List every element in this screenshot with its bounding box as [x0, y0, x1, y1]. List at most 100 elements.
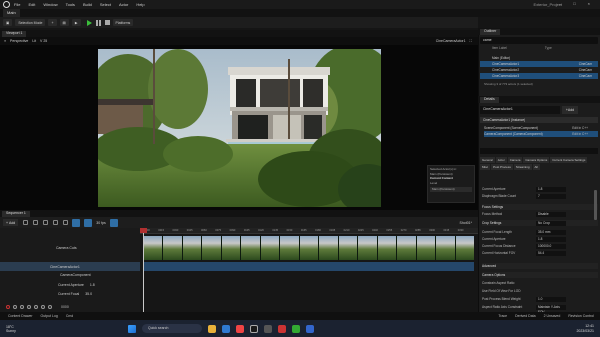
property-row[interactable]: Use Field Of View For LOD: [482, 288, 598, 294]
output-log-button[interactable]: Output Log: [41, 314, 58, 318]
trace-button[interactable]: Trace: [498, 314, 507, 318]
weather-widget[interactable]: 18°C Sunny: [6, 325, 16, 333]
app-icon[interactable]: [278, 324, 286, 333]
filter-tab[interactable]: Post Process: [491, 164, 513, 170]
fps-dropdown[interactable]: 30 fps: [96, 221, 106, 225]
windows-start-icon[interactable]: [128, 324, 136, 333]
property-row[interactable]: Current Focus Distance 100000.0: [482, 243, 598, 249]
property-row[interactable]: Current Aperture 1.8: [482, 186, 598, 192]
details-scrollbar[interactable]: [594, 190, 597, 220]
edge-icon[interactable]: [222, 324, 230, 333]
property-section[interactable]: Camera Options: [482, 272, 598, 278]
filter-tab[interactable]: Camera: [507, 157, 523, 163]
app-icon[interactable]: [306, 324, 314, 333]
camera-actor-dropdown[interactable]: CineCameraActor1: [436, 39, 466, 43]
search-icon[interactable]: [23, 220, 29, 225]
menu-actor[interactable]: Actor: [119, 2, 128, 7]
tab-details[interactable]: Details: [480, 97, 499, 103]
minimize-icon[interactable]: –: [559, 1, 561, 6]
render-icon[interactable]: [53, 220, 59, 225]
perspective-button[interactable]: Perspective: [10, 39, 28, 43]
filter-tab[interactable]: Actor: [495, 157, 507, 163]
property-section[interactable]: Advanced: [482, 263, 598, 269]
filter-tab[interactable]: All: [532, 164, 540, 170]
timeline-ruler[interactable]: 0000001500300045006000750090010501200135…: [140, 228, 478, 234]
menu-window[interactable]: Window: [43, 2, 57, 7]
jump-end-icon[interactable]: [48, 305, 52, 309]
property-row[interactable]: Diaphragm Blade Count 7: [482, 193, 598, 199]
component-row[interactable]: CameraComponent (CameraComponent) Edit in…: [484, 131, 598, 137]
instance-row[interactable]: CineCameraActor1 (Instance): [480, 117, 598, 123]
property-row[interactable]: Aspect Ratio Axis Constraint Maintain Y-A…: [482, 304, 598, 314]
maximize-viewport-icon[interactable]: ⛶: [470, 39, 472, 43]
column-item-label[interactable]: Item Label: [492, 46, 507, 52]
property-row[interactable]: Current Horizontal FOV 54.4: [482, 250, 598, 256]
selection-mode-button[interactable]: Selection Mode: [15, 19, 46, 26]
track-camera-component[interactable]: CameraComponent: [0, 270, 140, 280]
play-reverse-icon[interactable]: [27, 305, 31, 309]
filter-tab[interactable]: Camera Options: [523, 157, 550, 163]
play-icon[interactable]: [86, 19, 92, 26]
filter-tab[interactable]: Streaming: [513, 164, 532, 170]
play-forward-icon[interactable]: [34, 305, 38, 309]
file-explorer-icon[interactable]: [208, 324, 216, 333]
property-row[interactable]: Post Process Blend Weight 1.0: [482, 296, 598, 302]
jump-start-icon[interactable]: [13, 305, 17, 309]
level-dropdown[interactable]: Main (Persistent): [430, 187, 472, 192]
settings-icon[interactable]: [63, 220, 69, 225]
filter-tab[interactable]: Misc: [480, 164, 491, 170]
property-row[interactable]: Current Focal Length 35.0 mm: [482, 229, 598, 235]
menu-tools[interactable]: Tools: [66, 2, 75, 7]
filter-tab[interactable]: General: [480, 157, 495, 163]
lock-icon[interactable]: [109, 218, 118, 227]
actor-name-field[interactable]: CineCameraActor1: [480, 106, 560, 114]
camera-icon[interactable]: [43, 220, 49, 225]
record-icon[interactable]: [6, 305, 10, 309]
cmd-input[interactable]: Cmd: [66, 314, 73, 318]
property-section[interactable]: Focus Settings: [482, 204, 598, 210]
key-icon[interactable]: [72, 218, 81, 227]
chrome-icon[interactable]: [236, 324, 244, 333]
derived-data-button[interactable]: Derived Data: [515, 314, 535, 318]
revision-control-button[interactable]: Revision Control: [568, 314, 594, 318]
app-icon[interactable]: [292, 324, 300, 333]
close-icon[interactable]: ×: [588, 1, 590, 6]
pause-icon[interactable]: [95, 19, 101, 26]
platforms-button[interactable]: Platforms: [112, 19, 134, 26]
outliner-row[interactable]: CineCameraActor3 CineCam: [480, 73, 598, 79]
track-current-focal[interactable]: Current Focal 35.0: [0, 289, 140, 299]
transport-frame[interactable]: 0000: [61, 305, 69, 309]
column-type[interactable]: Type: [545, 46, 552, 52]
add-track-button[interactable]: + Add: [3, 219, 19, 226]
property-row[interactable]: Current Aperture 1.8: [482, 236, 598, 242]
track-camera-cuts[interactable]: Camera Cuts: [0, 243, 140, 253]
blueprint-button[interactable]: ▤: [59, 19, 69, 26]
save-sequence-icon[interactable]: [33, 220, 39, 225]
save-icon[interactable]: ▣: [3, 19, 13, 26]
lit-button[interactable]: Lit: [32, 39, 36, 43]
prev-frame-icon[interactable]: [20, 305, 24, 309]
shot-breadcrumb[interactable]: Shot01*: [460, 221, 472, 225]
property-row[interactable]: Focus Method Disable: [482, 211, 598, 217]
app-icon[interactable]: [264, 324, 272, 333]
snap-icon[interactable]: [84, 218, 93, 227]
menu-file[interactable]: File: [14, 2, 20, 7]
add-component-button[interactable]: +Add: [562, 106, 578, 114]
tab-outliner[interactable]: Outliner: [480, 29, 501, 35]
property-row[interactable]: Constrain Aspect Ratio: [482, 280, 598, 286]
camera-track-section[interactable]: [144, 262, 474, 271]
outliner-search-input[interactable]: came: [480, 37, 598, 44]
menu-select[interactable]: Select: [100, 2, 111, 7]
tab-main[interactable]: Main: [3, 9, 20, 17]
property-section[interactable]: Crop Settings No Crop: [482, 220, 598, 226]
viewport-menu-icon[interactable]: ≡: [4, 39, 6, 43]
menu-build[interactable]: Build: [83, 2, 92, 7]
cinematics-button[interactable]: ▶: [71, 19, 81, 26]
add-actor-button[interactable]: +: [48, 19, 57, 26]
unreal-taskbar-icon[interactable]: [250, 324, 258, 333]
maximize-icon[interactable]: □: [573, 1, 575, 6]
details-search-input[interactable]: [480, 148, 598, 154]
unsaved-button[interactable]: 2 Unsaved: [544, 314, 561, 318]
content-drawer-button[interactable]: Content Drawer: [8, 314, 33, 318]
taskbar-search[interactable]: Quick search: [142, 324, 202, 333]
